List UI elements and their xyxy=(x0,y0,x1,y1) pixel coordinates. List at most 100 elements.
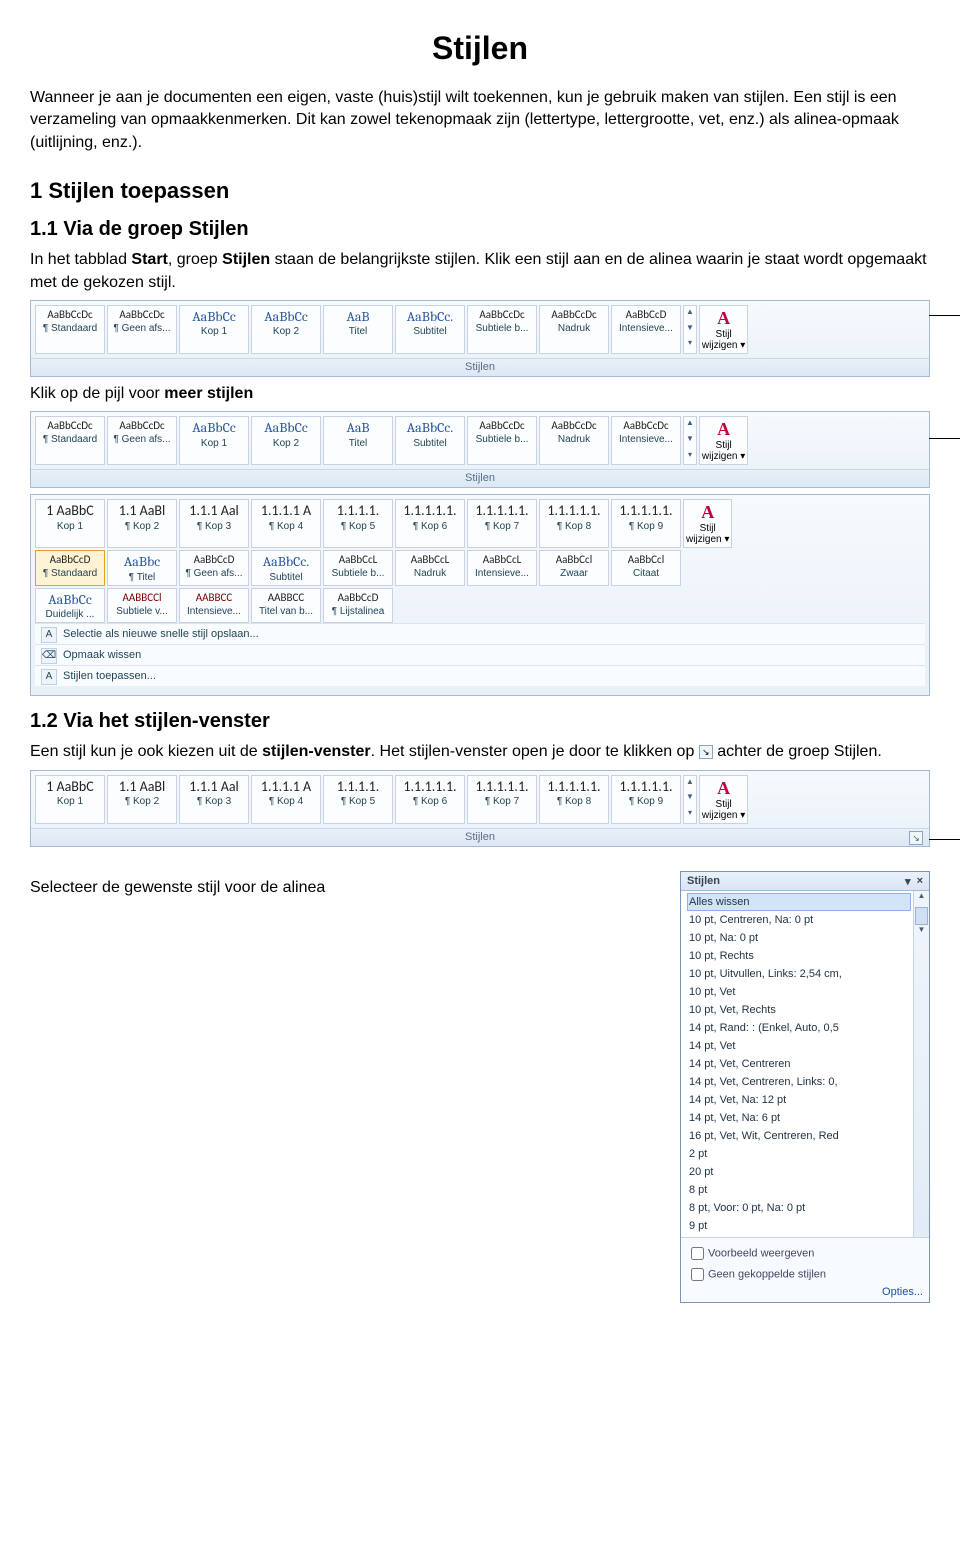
styles-pane-item[interactable]: 14 pt, Vet, Na: 12 pt xyxy=(687,1091,911,1109)
style-gallery-item[interactable]: AaBTitel xyxy=(323,416,393,465)
style-gallery-item[interactable]: AaBbCcLNadruk xyxy=(395,550,465,585)
style-gallery-item[interactable]: AaBbCcDc¶ Standaard xyxy=(35,305,105,354)
style-gallery-item[interactable]: AaBbCcKop 1 xyxy=(179,416,249,465)
style-gallery-item[interactable]: AaBbCclCitaat xyxy=(611,550,681,585)
style-gallery-item[interactable]: 1.1.1.1.¶ Kop 5 xyxy=(323,775,393,824)
styles-pane-item[interactable]: 10 pt, Vet xyxy=(687,983,911,1001)
pointer-arrow xyxy=(929,438,960,439)
style-gallery-item[interactable]: 1.1.1.1.1.¶ Kop 9 xyxy=(611,775,681,824)
styles-pane-item[interactable]: 16 pt, Vet, Wit, Centreren, Red xyxy=(687,1127,911,1145)
styles-ribbon-3: 1 AaBbCKop 11.1 AaBl¶ Kop 21.1.1 Aal¶ Ko… xyxy=(30,770,930,847)
style-gallery-item[interactable]: AaBbCcDc¶ Standaard xyxy=(35,416,105,465)
gallery-menu-item[interactable]: ASelectie als nieuwe snelle stijl opslaa… xyxy=(35,623,925,644)
heading-1: 1 Stijlen toepassen xyxy=(30,178,930,204)
options-link[interactable]: Opties... xyxy=(882,1286,923,1298)
paragraph-more-styles: Klik op de pijl voor meer stijlen xyxy=(30,383,930,405)
style-gallery-item[interactable]: AaBbCcDcIntensieve... xyxy=(611,416,681,465)
style-gallery-item[interactable]: AaBbCcDcNadruk xyxy=(539,416,609,465)
styles-pane-item[interactable]: 10 pt, Centreren, Na: 0 pt xyxy=(687,911,911,929)
style-gallery-item[interactable]: AaBbCcDcNadruk xyxy=(539,305,609,354)
styles-pane-item[interactable]: 2 pt xyxy=(687,1145,911,1163)
style-gallery-item[interactable]: 1.1.1.1.1.¶ Kop 7 xyxy=(467,775,537,824)
styles-pane-item[interactable]: 20 pt xyxy=(687,1163,911,1181)
styles-pane-item[interactable]: 8 pt xyxy=(687,1181,911,1199)
style-gallery-item[interactable]: AaBbCclZwaar xyxy=(539,550,609,585)
scroll-down-icon[interactable]: ▼ xyxy=(914,925,929,941)
styles-pane-item[interactable]: 14 pt, Vet xyxy=(687,1037,911,1055)
style-gallery-item[interactable]: AaBbCcKop 1 xyxy=(179,305,249,354)
style-gallery-item[interactable]: AaBbCcLSubtiele b... xyxy=(323,550,393,585)
scroll-up-icon[interactable]: ▲ xyxy=(914,891,929,907)
change-style-button[interactable]: AStijlwijzigen ▾ xyxy=(699,416,748,465)
styles-pane-item[interactable]: 9 pt xyxy=(687,1217,911,1235)
style-gallery-item[interactable]: AaBbCcKop 2 xyxy=(251,305,321,354)
style-gallery-item[interactable]: 1.1.1.1.1.¶ Kop 9 xyxy=(611,499,681,548)
style-gallery-item[interactable]: AaBbCcD¶ Geen afs... xyxy=(179,550,249,585)
style-gallery-item[interactable]: AaBbCcDc¶ Geen afs... xyxy=(107,416,177,465)
style-gallery-item[interactable]: AaBbCc.Subtitel xyxy=(395,416,465,465)
styles-pane: Stijlen × ▾ Alles wissen10 pt, Centreren… xyxy=(680,871,930,1303)
style-gallery-item[interactable]: 1.1.1.1.1.¶ Kop 7 xyxy=(467,499,537,548)
styles-pane-item[interactable]: 14 pt, Vet, Na: 6 pt xyxy=(687,1109,911,1127)
linked-styles-checkbox[interactable]: Geen gekoppelde stijlen xyxy=(687,1265,923,1284)
styles-pane-item[interactable]: 10 pt, Uitvullen, Links: 2,54 cm, xyxy=(687,965,911,983)
close-icon[interactable]: × xyxy=(917,875,923,887)
gallery-menu-item[interactable]: ⌫Opmaak wissen xyxy=(35,644,925,665)
styles-pane-item[interactable]: 10 pt, Na: 0 pt xyxy=(687,929,911,947)
style-gallery-item[interactable]: AABBCCTitel van b... xyxy=(251,588,321,623)
style-gallery-item[interactable]: 1.1.1.1.¶ Kop 5 xyxy=(323,499,393,548)
style-gallery-item[interactable]: AaBbCcKop 2 xyxy=(251,416,321,465)
style-gallery-item[interactable]: AaBbCcD¶ Standaard xyxy=(35,550,105,585)
gallery-scroll[interactable]: ▲▼▾ xyxy=(683,775,697,824)
change-style-button[interactable]: AStijlwijzigen ▾ xyxy=(699,775,748,824)
heading-1-1: 1.1 Via de groep Stijlen xyxy=(30,218,930,241)
style-gallery-item[interactable]: 1 AaBbCKop 1 xyxy=(35,775,105,824)
style-gallery-item[interactable]: AABBCCIntensieve... xyxy=(179,588,249,623)
styles-pane-item[interactable]: 14 pt, Vet, Centreren, Links: 0, xyxy=(687,1073,911,1091)
change-style-button[interactable]: AStijlwijzigen ▾ xyxy=(683,499,732,548)
styles-ribbon-1: AaBbCcDc¶ StandaardAaBbCcDc¶ Geen afs...… xyxy=(30,300,930,377)
preview-checkbox[interactable]: Voorbeeld weergeven xyxy=(687,1244,923,1263)
pointer-arrow xyxy=(929,839,960,840)
style-gallery-item[interactable]: AaBbCcDuidelijk ... xyxy=(35,588,105,623)
style-gallery-item[interactable]: AaBbCcDc¶ Geen afs... xyxy=(107,305,177,354)
gallery-menu-item[interactable]: AStijlen toepassen... xyxy=(35,665,925,686)
styles-pane-item[interactable]: 8 pt, Voor: 0 pt, Na: 0 pt xyxy=(687,1199,911,1217)
gallery-scroll[interactable]: ▲▼▾ xyxy=(683,305,697,354)
styles-pane-item[interactable]: Alles wissen xyxy=(687,893,911,911)
scrollbar[interactable]: ▲ ▼ xyxy=(913,891,929,1237)
styles-pane-title: Stijlen × ▾ xyxy=(681,872,929,891)
styles-pane-item[interactable]: 14 pt, Vet, Centreren xyxy=(687,1055,911,1073)
style-gallery-item[interactable]: 1.1 AaBl¶ Kop 2 xyxy=(107,775,177,824)
styles-pane-item[interactable]: 10 pt, Rechts xyxy=(687,947,911,965)
style-gallery-item[interactable]: AaBbCcDIntensieve... xyxy=(611,305,681,354)
style-gallery-item[interactable]: 1.1.1.1 A¶ Kop 4 xyxy=(251,775,321,824)
style-gallery-item[interactable]: AaBbc¶ Titel xyxy=(107,550,177,585)
style-gallery-item[interactable]: 1.1.1.1.1.¶ Kop 6 xyxy=(395,499,465,548)
change-style-button[interactable]: AStijlwijzigen ▾ xyxy=(699,305,748,354)
style-gallery-item[interactable]: 1.1.1 Aal¶ Kop 3 xyxy=(179,499,249,548)
style-gallery-item[interactable]: AaBbCc.Subtitel xyxy=(395,305,465,354)
style-gallery-item[interactable]: 1 AaBbCKop 1 xyxy=(35,499,105,548)
style-gallery-item[interactable]: 1.1.1 Aal¶ Kop 3 xyxy=(179,775,249,824)
style-gallery-item[interactable]: AaBTitel xyxy=(323,305,393,354)
style-gallery-item[interactable]: 1.1.1.1.1.¶ Kop 6 xyxy=(395,775,465,824)
styles-ribbon-2: AaBbCcDc¶ StandaardAaBbCcDc¶ Geen afs...… xyxy=(30,411,930,488)
gallery-scroll[interactable]: ▲▼▾ xyxy=(683,416,697,465)
style-gallery-item[interactable]: AaBbCcLIntensieve... xyxy=(467,550,537,585)
styles-pane-item[interactable]: 14 pt, Rand: : (Enkel, Auto, 0,5 xyxy=(687,1019,911,1037)
style-gallery-item[interactable]: AaBbCcDcSubtiele b... xyxy=(467,305,537,354)
style-gallery-item[interactable]: 1.1.1.1.1.¶ Kop 8 xyxy=(539,499,609,548)
styles-pane-item[interactable]: 10 pt, Vet, Rechts xyxy=(687,1001,911,1019)
style-gallery-item[interactable]: AaBbCcD¶ Lijstalinea xyxy=(323,588,393,623)
style-gallery-item[interactable]: 1.1.1.1.1.¶ Kop 8 xyxy=(539,775,609,824)
scroll-thumb[interactable] xyxy=(915,907,928,925)
style-gallery-item[interactable]: 1.1.1.1 A¶ Kop 4 xyxy=(251,499,321,548)
style-gallery-item[interactable]: 1.1 AaBl¶ Kop 2 xyxy=(107,499,177,548)
dropdown-icon[interactable]: ▾ xyxy=(905,875,911,888)
style-gallery-item[interactable]: AABBCClSubtiele v... xyxy=(107,588,177,623)
style-gallery-item[interactable]: AaBbCcDcSubtiele b... xyxy=(467,416,537,465)
style-gallery-item[interactable]: AaBbCc.Subtitel xyxy=(251,550,321,585)
pointer-arrow xyxy=(929,315,960,316)
dialog-launcher-button[interactable]: ↘ xyxy=(909,831,923,845)
